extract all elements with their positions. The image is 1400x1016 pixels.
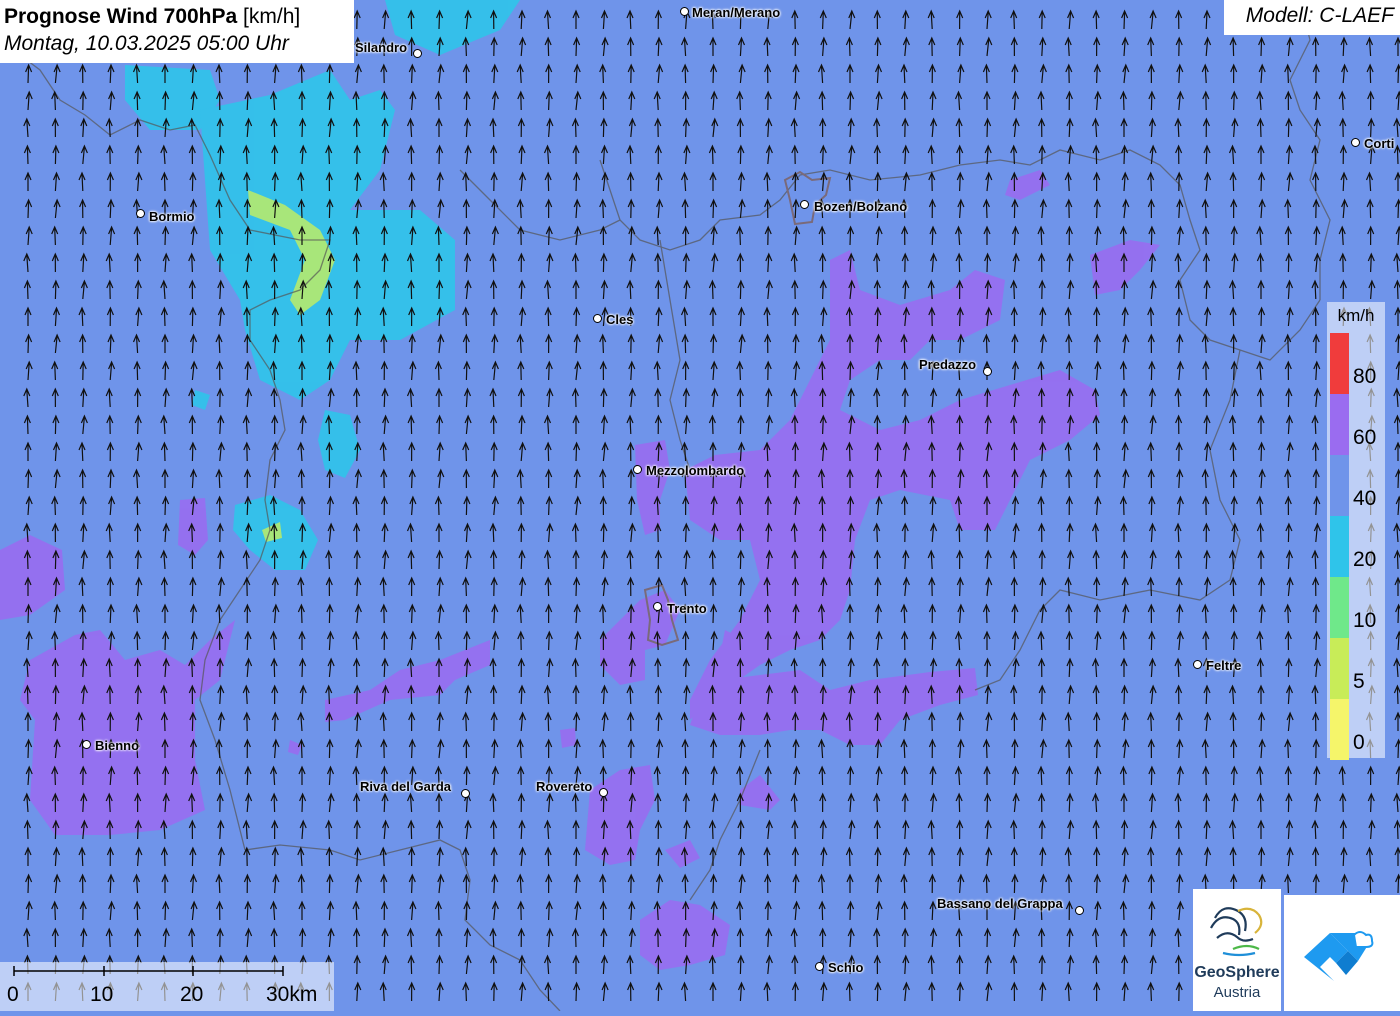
city-label: Bormio bbox=[149, 209, 195, 224]
model-label: Modell: C-LAEF bbox=[1224, 0, 1400, 35]
weather-app-logo[interactable] bbox=[1284, 895, 1400, 1011]
map-title-main: Prognose Wind 700hPa bbox=[4, 5, 238, 28]
legend-label: 10 bbox=[1353, 609, 1377, 632]
scale-label: 10 bbox=[90, 983, 114, 1006]
legend-label: 5 bbox=[1353, 670, 1365, 693]
legend-swatch-10 bbox=[1330, 577, 1349, 638]
city-label: Corti bbox=[1364, 136, 1395, 151]
city-label: Silandro bbox=[355, 40, 408, 55]
city-label: Feltre bbox=[1206, 658, 1242, 673]
map-title: Prognose Wind 700hPa [km/h] bbox=[4, 3, 350, 30]
geosphere-logo[interactable]: GeoSphere Austria bbox=[1193, 889, 1281, 1011]
legend-color-bar bbox=[1330, 333, 1349, 760]
city-dot bbox=[593, 314, 602, 323]
city-dot bbox=[461, 789, 470, 798]
city-dot bbox=[599, 788, 608, 797]
city-dot bbox=[633, 465, 642, 474]
city-dot bbox=[413, 49, 422, 58]
city-dot bbox=[653, 602, 662, 611]
legend-swatch-60 bbox=[1330, 394, 1349, 455]
wind-map[interactable] bbox=[0, 0, 1400, 1011]
city-label: Mezzolombardo bbox=[646, 463, 745, 478]
city-label: Bassano del Grappa bbox=[937, 896, 1063, 911]
geosphere-country: Austria bbox=[1213, 984, 1261, 1001]
city-dot bbox=[1351, 138, 1360, 147]
city-label: Cles bbox=[606, 312, 634, 327]
map-title-unit: [km/h] bbox=[243, 5, 301, 28]
city-dot bbox=[983, 367, 992, 376]
city-dot bbox=[136, 209, 145, 218]
map-title-box: Prognose Wind 700hPa [km/h] Montag, 10.0… bbox=[0, 0, 354, 63]
legend-label: 60 bbox=[1353, 426, 1377, 449]
map-datetime: Montag, 10.03.2025 05:00 Uhr bbox=[4, 32, 289, 55]
legend-swatch-20 bbox=[1330, 516, 1349, 577]
city-label: Bienno bbox=[95, 738, 140, 753]
scale-label: 30km bbox=[266, 983, 318, 1006]
city-dot bbox=[815, 962, 824, 971]
city-dot bbox=[82, 740, 91, 749]
city-label: Schio bbox=[828, 960, 864, 975]
scale-bar-line bbox=[13, 966, 284, 976]
geosphere-name: GeoSphere bbox=[1194, 964, 1280, 981]
legend-swatch-40 bbox=[1330, 455, 1349, 516]
city-dot bbox=[1193, 660, 1202, 669]
scale-bar: 0 10 20 30km bbox=[0, 962, 334, 1011]
legend-label: 40 bbox=[1353, 487, 1377, 510]
legend-swatch-0 bbox=[1330, 699, 1349, 760]
city-dot bbox=[680, 7, 689, 16]
city-dot bbox=[800, 200, 809, 209]
app-icon bbox=[1304, 931, 1374, 981]
legend-unit: km/h bbox=[1337, 306, 1375, 325]
city-label: Bozen/Bolzano bbox=[814, 199, 908, 214]
city-label: Rovereto bbox=[536, 779, 593, 794]
geosphere-icon bbox=[1210, 907, 1263, 957]
legend-swatch-80 bbox=[1330, 333, 1349, 394]
city-label: Trento bbox=[667, 601, 707, 616]
color-legend: km/h 80 60 40 20 10 5 0 bbox=[1327, 302, 1385, 760]
city-label: Predazzo bbox=[919, 357, 977, 372]
scale-label: 20 bbox=[180, 983, 204, 1006]
legend-swatch-5 bbox=[1330, 638, 1349, 699]
city-label: Meran/Merano bbox=[692, 5, 781, 20]
legend-label: 0 bbox=[1353, 731, 1365, 754]
scale-label: 0 bbox=[7, 983, 19, 1006]
legend-label: 20 bbox=[1353, 548, 1377, 571]
legend-label: 80 bbox=[1353, 365, 1377, 388]
city-dot bbox=[1075, 906, 1084, 915]
city-label: Riva del Garda bbox=[360, 779, 452, 794]
